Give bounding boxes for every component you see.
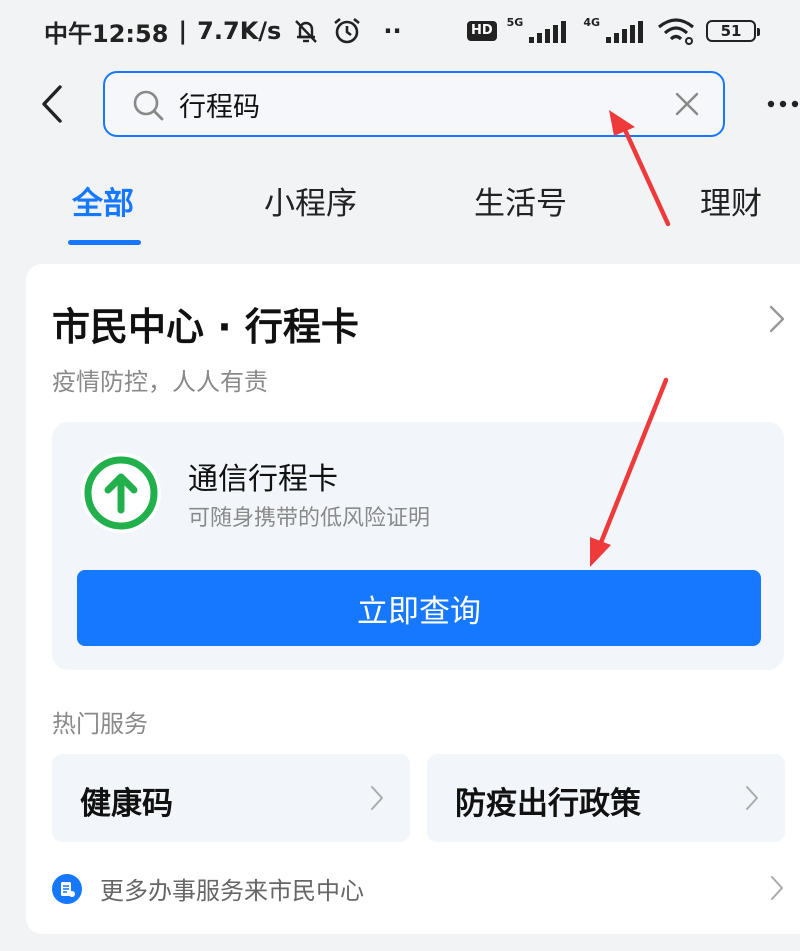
status-separator: | [178,17,188,45]
status-time: 中午12:58 [44,19,169,48]
chevron-right-icon [771,876,783,900]
tab-all[interactable]: 全部 [72,178,134,223]
chevron-right-icon[interactable] [768,304,786,334]
clear-icon[interactable] [673,90,701,118]
signal-5g-icon [529,21,567,43]
citizen-center-icon [52,874,82,904]
green-up-arrow-icon[interactable] [80,452,162,534]
service-label: 防疫出行政策 [455,786,641,822]
more-services-link[interactable]: 更多办事服务来市民中心 [52,868,784,908]
back-icon[interactable] [34,82,74,126]
status-net-speed: 7.7K/s [197,17,282,45]
service-label: 健康码 [80,786,173,822]
tab-finance[interactable]: 理财 [700,178,762,223]
hot-services-title: 热门服务 [52,710,148,738]
status-right: HD 5G 4G 51 [466,15,760,45]
service-travel-policy[interactable]: 防疫出行政策 [427,754,785,842]
category-tabs: 全部 小程序 生活号 理财 [0,170,800,250]
travel-card-panel: 通信行程卡 可随身携带的低风险证明 立即查询 [52,422,784,670]
tab-life-accounts[interactable]: 生活号 [474,178,567,223]
bell-muted-icon [295,20,318,43]
search-input[interactable] [179,83,649,125]
card-subtitle: 疫情防控，人人有责 [52,368,268,396]
service-health-code[interactable]: 健康码 [52,754,410,842]
hd-badge: HD [466,21,497,41]
tab-mini-programs[interactable]: 小程序 [264,178,357,223]
query-now-button[interactable]: 立即查询 [77,570,761,646]
search-icon [133,90,164,121]
net-5g-label: 5G [506,15,524,29]
battery-icon: 51 [706,20,760,42]
battery-level: 51 [720,22,742,40]
result-card: 市民中心 · 行程卡 疫情防控，人人有责 通信行程卡 可随身携带的低风险证明 立… [26,264,800,934]
tab-active-indicator [68,240,141,245]
more-services-text: 更多办事服务来市民中心 [100,877,364,905]
search-box[interactable] [103,71,725,137]
wifi-icon [657,18,695,45]
net-4g-label: 4G [583,15,600,29]
app-description: 可随身携带的低风险证明 [188,506,431,531]
card-title[interactable]: 市民中心 · 行程卡 [52,296,359,351]
more-options-icon[interactable] [766,94,800,114]
status-more-dots: ·· [383,17,402,45]
search-header [0,68,800,140]
status-bar: 中午12:58 | 7.7K/s ·· HD 5G 4G 51 [0,0,800,62]
chevron-right-icon [746,786,758,810]
chevron-right-icon [371,786,383,810]
app-name[interactable]: 通信行程卡 [188,454,338,498]
signal-4g-icon [606,21,643,43]
alarm-icon [334,17,361,44]
status-left: 中午12:58 | 7.7K/s ·· [44,14,402,49]
